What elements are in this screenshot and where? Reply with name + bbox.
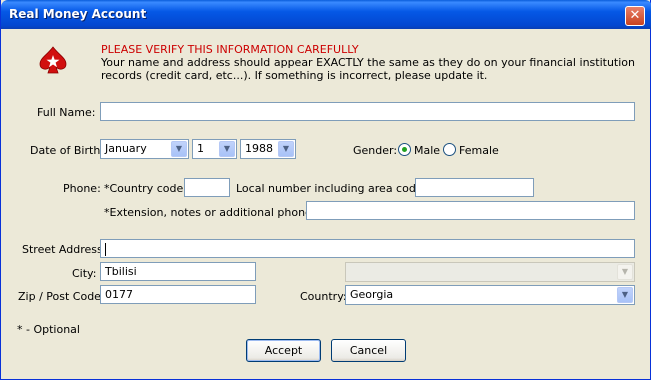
gender-female-label[interactable]: Female: [459, 144, 499, 157]
zip-input[interactable]: 0177: [100, 285, 256, 304]
country-label: Country:: [300, 290, 347, 303]
dob-year-value: 1988: [245, 142, 273, 155]
dob-month-value: January: [105, 142, 147, 155]
dob-year-select[interactable]: 1988 ▼: [240, 139, 296, 159]
cancel-button[interactable]: Cancel: [331, 339, 406, 362]
extension-input[interactable]: [306, 201, 635, 220]
accept-button[interactable]: Accept: [246, 339, 321, 362]
country-code-input[interactable]: [184, 178, 230, 197]
gender-male-label[interactable]: Male: [414, 144, 440, 157]
zip-label: Zip / Post Code:: [18, 290, 105, 303]
close-button[interactable]: ✕: [625, 6, 645, 26]
country-code-label: *Country code:: [104, 182, 187, 195]
state-select: ▼: [345, 262, 635, 282]
text-caret: [105, 242, 106, 256]
city-input[interactable]: Tbilisi: [100, 262, 256, 281]
chevron-down-icon[interactable]: ▼: [171, 141, 187, 157]
dob-day-select[interactable]: 1 ▼: [192, 139, 237, 159]
country-select[interactable]: Georgia ▼: [345, 285, 635, 305]
notice-line2: records (credit card, etc...). If someth…: [101, 69, 488, 82]
dob-day-value: 1: [197, 142, 204, 155]
notice-heading: PLEASE VERIFY THIS INFORMATION CAREFULLY: [101, 43, 359, 56]
phone-label: Phone:: [63, 182, 101, 195]
full-name-input[interactable]: [100, 102, 635, 121]
notice: PLEASE VERIFY THIS INFORMATION CAREFULLY…: [101, 43, 635, 82]
dob-month-select[interactable]: January ▼: [100, 139, 189, 159]
chevron-down-icon[interactable]: ▼: [219, 141, 235, 157]
dob-label: Date of Birth:: [30, 144, 105, 157]
chevron-down-icon[interactable]: ▼: [617, 287, 633, 303]
title-bar[interactable]: Real Money Account ✕: [1, 0, 651, 29]
radio-selected-dot: [402, 147, 407, 152]
gender-male-radio[interactable]: [398, 143, 411, 156]
gender-label: Gender:: [353, 144, 398, 157]
gender-female-radio[interactable]: [443, 143, 456, 156]
chevron-down-icon[interactable]: ▼: [278, 141, 294, 157]
notice-line1: Your name and address should appear EXAC…: [101, 56, 635, 69]
close-icon: ✕: [629, 8, 641, 23]
city-label: City:: [72, 267, 97, 280]
extension-label: *Extension, notes or additional phone:: [104, 206, 316, 219]
local-number-label: Local number including area code:: [236, 182, 427, 195]
local-number-input[interactable]: [415, 178, 534, 197]
window-title: Real Money Account: [9, 7, 147, 21]
spade-star-icon: [39, 46, 67, 74]
country-value: Georgia: [350, 288, 394, 301]
street-input[interactable]: [100, 239, 635, 258]
chevron-down-icon: ▼: [617, 264, 633, 280]
optional-note: * - Optional: [17, 323, 80, 336]
dialog-window: Real Money Account ✕ PLEASE VERIFY THIS …: [0, 0, 651, 380]
street-label: Street Address:: [22, 243, 107, 256]
full-name-label: Full Name:: [37, 106, 96, 119]
